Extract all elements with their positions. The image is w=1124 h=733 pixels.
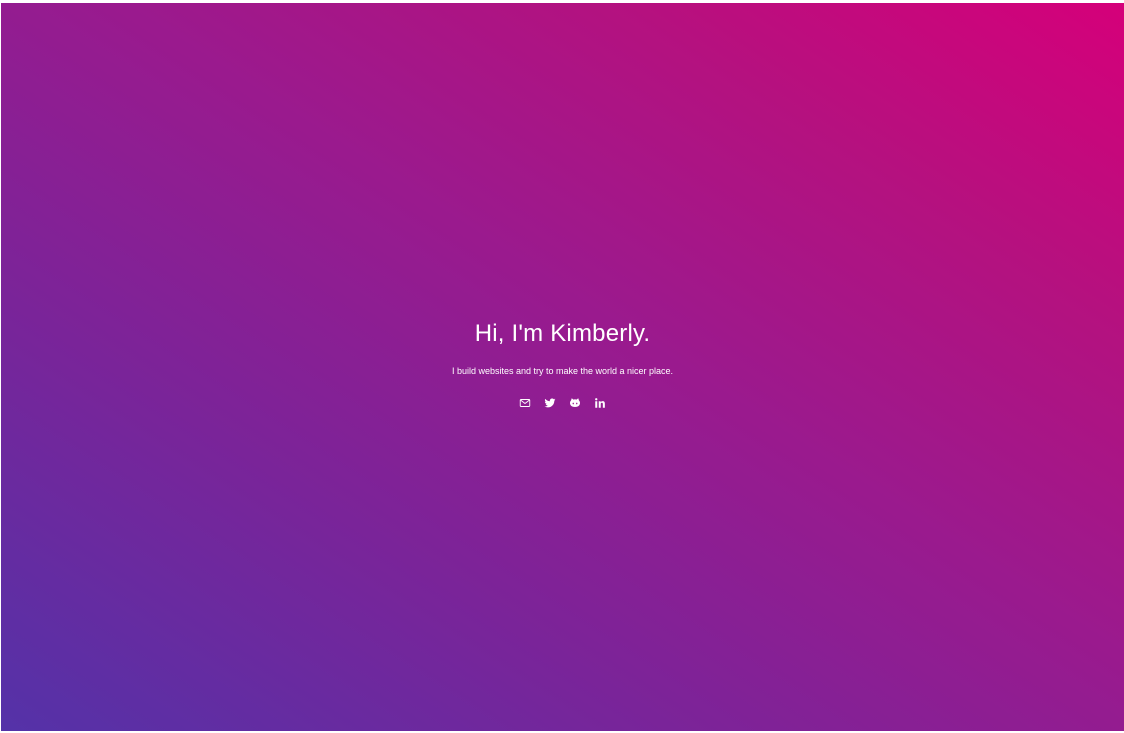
page-title: Hi, I'm Kimberly. (474, 320, 651, 347)
email-link[interactable] (519, 397, 531, 409)
mail-icon (519, 397, 531, 409)
github-icon (569, 397, 581, 409)
twitter-icon (544, 397, 556, 409)
twitter-link[interactable] (544, 397, 556, 409)
social-links (1, 397, 1124, 409)
linkedin-link[interactable] (594, 397, 606, 409)
background: Hi, I'm Kimberly. I build websites and t… (1, 3, 1124, 731)
github-link[interactable] (569, 397, 581, 409)
hero: Hi, I'm Kimberly. I build websites and t… (1, 319, 1124, 409)
linkedin-icon (594, 397, 606, 409)
tagline: I build websites and try to make the wor… (451, 366, 674, 376)
